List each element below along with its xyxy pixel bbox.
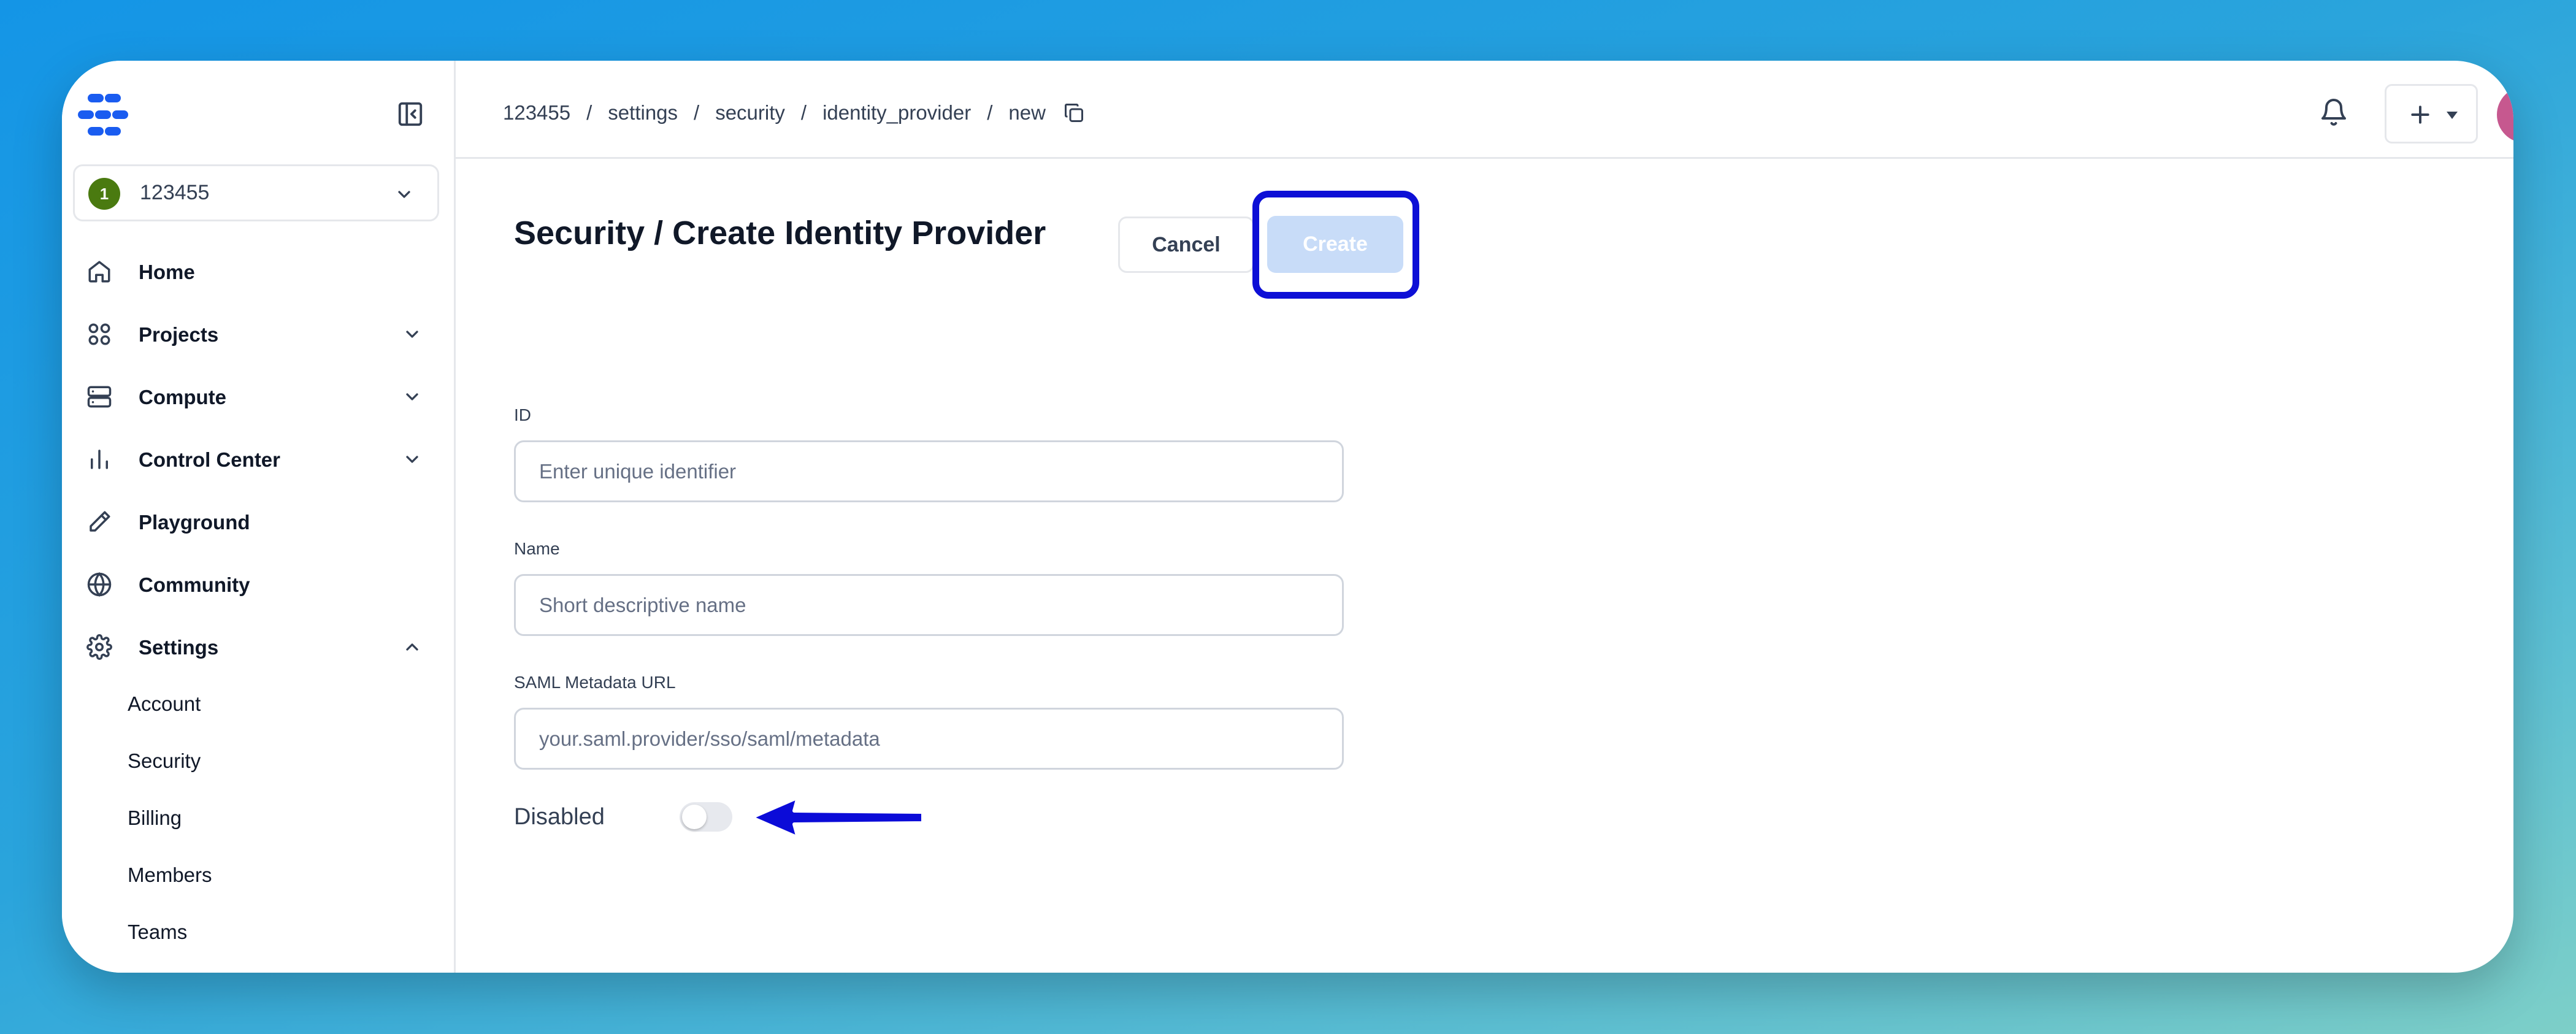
user-avatar[interactable]: A	[2497, 86, 2513, 143]
chevron-down-icon	[398, 191, 410, 198]
chevron-down-icon[interactable]	[402, 387, 422, 407]
sidebar-item-projects[interactable]: Projects	[73, 310, 439, 359]
sidebar-item-compute[interactable]: Compute	[73, 372, 439, 421]
id-field[interactable]	[514, 440, 1344, 502]
main-content: 123455 / settings / security / identity_…	[456, 61, 2513, 973]
sidebar-subitem-billing[interactable]: Billing	[128, 795, 434, 838]
org-selector[interactable]: 1 123455	[73, 164, 439, 221]
sidebar-subitem-label: Billing	[128, 806, 182, 829]
saml-url-field-label: SAML Metadata URL	[514, 673, 676, 692]
sidebar: 1 123455 Home Projects Compute Control C…	[62, 61, 456, 973]
sidebar-subitem-label: Teams	[128, 921, 188, 943]
sidebar-item-home[interactable]: Home	[73, 247, 439, 296]
breadcrumb-separator: /	[800, 101, 807, 124]
sidebar-subitem-label: Security	[128, 749, 201, 772]
create-button[interactable]: Create	[1267, 216, 1403, 273]
app-window: 1 123455 Home Projects Compute Control C…	[62, 61, 2513, 973]
bar-chart-icon	[91, 450, 108, 469]
sidebar-subitem-security[interactable]: Security	[128, 738, 434, 781]
disabled-toggle[interactable]	[680, 802, 732, 832]
pencil-icon	[90, 511, 110, 532]
home-icon	[88, 261, 110, 283]
breadcrumb: 123455 / settings / security / identity_…	[503, 101, 1085, 124]
sidebar-item-settings[interactable]: Settings	[73, 622, 439, 672]
grid-icon	[88, 323, 110, 345]
breadcrumb-separator: /	[586, 101, 592, 124]
saml-url-field[interactable]	[514, 708, 1344, 770]
top-bar: 123455 / settings / security / identity_…	[456, 61, 2513, 159]
sidebar-item-label: Community	[139, 573, 250, 596]
caret-down-icon	[2447, 112, 2458, 119]
org-name: 123455	[140, 181, 210, 204]
sidebar-item-control-center[interactable]: Control Center	[73, 435, 439, 484]
breadcrumb-item-security[interactable]: security	[715, 101, 785, 124]
breadcrumb-item-new: new	[1008, 101, 1046, 124]
sidebar-item-label: Home	[139, 261, 195, 283]
chevron-up-icon[interactable]	[402, 637, 422, 657]
breadcrumb-separator: /	[694, 101, 700, 124]
chevron-down-icon[interactable]	[402, 324, 422, 344]
sidebar-item-label: Settings	[139, 636, 219, 659]
add-new-button[interactable]	[2385, 84, 2478, 144]
chevron-down-icon[interactable]	[402, 450, 422, 469]
disabled-toggle-label: Disabled	[514, 804, 605, 830]
sidebar-item-community[interactable]: Community	[73, 560, 439, 609]
sidebar-item-label: Playground	[139, 511, 250, 534]
org-badge: 1	[88, 178, 120, 210]
sidebar-subitem-label: Account	[128, 692, 201, 715]
breadcrumb-item-settings[interactable]: settings	[608, 101, 678, 124]
toggle-knob	[682, 805, 707, 829]
sidebar-subitem-teams[interactable]: Teams	[128, 910, 434, 952]
plus-icon	[2411, 105, 2429, 124]
copy-icon[interactable]	[1063, 102, 1085, 124]
breadcrumb-item-org[interactable]: 123455	[503, 101, 570, 124]
sidebar-subitem-members[interactable]: Members	[128, 852, 434, 895]
gear-icon	[86, 634, 112, 660]
annotation-arrow-icon	[749, 795, 925, 840]
sidebar-item-label: Compute	[139, 386, 226, 408]
app-logo-icon[interactable]	[77, 90, 129, 139]
breadcrumb-separator: /	[987, 101, 993, 124]
breadcrumb-item-identity-provider[interactable]: identity_provider	[822, 101, 971, 124]
id-field-label: ID	[514, 405, 531, 424]
sidebar-item-label: Control Center	[139, 448, 280, 471]
name-field[interactable]	[514, 574, 1344, 636]
page-title: Security / Create Identity Provider	[514, 215, 1046, 251]
globe-icon	[87, 572, 112, 597]
bell-icon[interactable]	[2319, 97, 2348, 128]
server-icon	[87, 386, 112, 408]
sidebar-subitem-label: Members	[128, 864, 212, 886]
cancel-button[interactable]: Cancel	[1118, 216, 1254, 273]
sidebar-subitem-account[interactable]: Account	[128, 681, 434, 724]
sidebar-collapse-icon[interactable]	[396, 100, 424, 128]
sidebar-item-label: Projects	[139, 323, 219, 346]
name-field-label: Name	[514, 539, 560, 558]
sidebar-item-playground[interactable]: Playground	[73, 497, 439, 546]
